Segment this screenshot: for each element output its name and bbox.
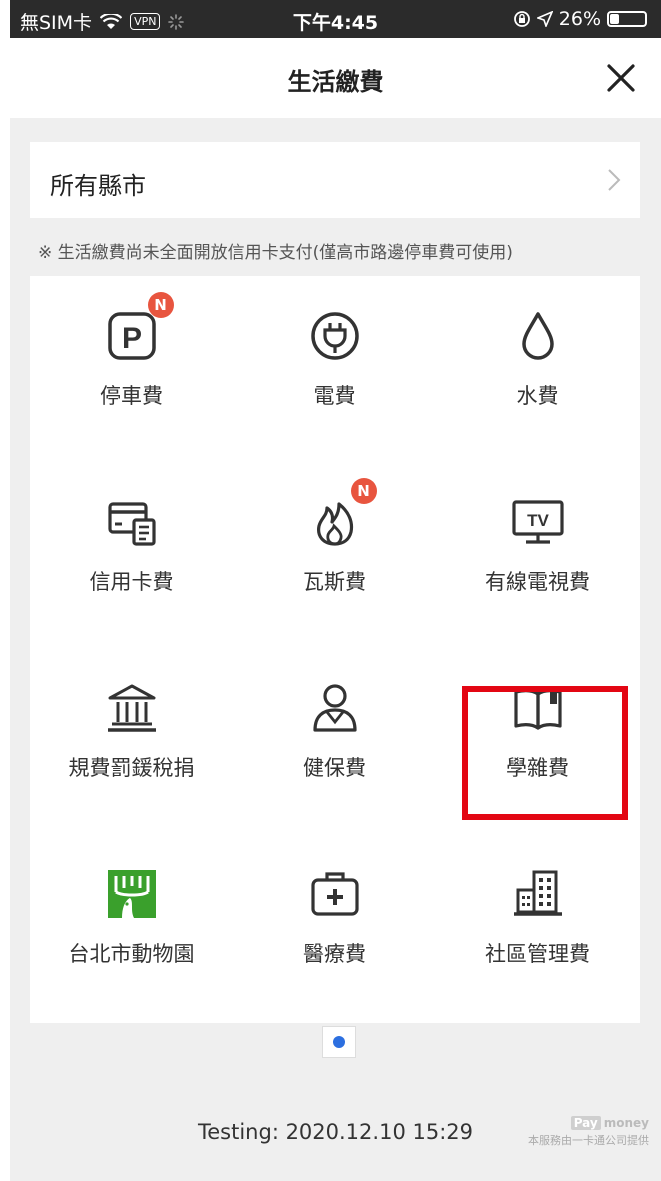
region-selector[interactable]: 所有縣市 bbox=[30, 142, 640, 218]
tile-label: 信用卡費 bbox=[89, 570, 174, 594]
person-icon bbox=[312, 684, 357, 732]
tile-label: 水費 bbox=[516, 384, 559, 408]
credit-card-notice: ※ 生活繳費尚未全面開放信用卡支付(僅高市路邊停車費可使用) bbox=[38, 243, 513, 263]
building-icon bbox=[513, 870, 562, 916]
modal-header: 生活繳費 bbox=[10, 38, 661, 118]
tile-label: 瓦斯費 bbox=[303, 570, 366, 594]
tile-label: 規費罰鍰稅捐 bbox=[68, 756, 195, 780]
brand-caption: 本服務由一卡通公司提供 bbox=[528, 1134, 649, 1147]
tile-label: 停車費 bbox=[100, 384, 163, 408]
medical-kit-icon bbox=[310, 872, 359, 916]
location-arrow-icon bbox=[536, 11, 553, 27]
tv-icon: TV bbox=[511, 500, 564, 544]
brand-footer: Pay money 本服務由一卡通公司提供 bbox=[528, 1116, 649, 1148]
battery-fill bbox=[610, 14, 620, 24]
tile-medical[interactable]: 醫療費 bbox=[233, 834, 436, 1020]
tile-parking[interactable]: P N 停車費 bbox=[30, 276, 233, 462]
battery-icon bbox=[607, 11, 647, 27]
status-bar: 無SIM卡 VPN 下午4:45 26% bbox=[10, 0, 661, 38]
tile-icon-wrap: P N bbox=[100, 292, 174, 368]
content-area: 所有縣市 ※ 生活繳費尚未全面開放信用卡支付(僅高市路邊停車費可使用) P N … bbox=[10, 118, 661, 1181]
tile-electricity[interactable]: 電費 bbox=[233, 276, 436, 462]
tile-label: 有線電視費 bbox=[485, 570, 590, 594]
tile-label: 健保費 bbox=[303, 756, 366, 780]
zoo-logo-icon bbox=[107, 870, 156, 918]
tile-icon-wrap: N bbox=[303, 478, 377, 554]
tile-icon-wrap bbox=[100, 862, 164, 926]
tile-icon-wrap bbox=[303, 304, 367, 368]
page-indicator bbox=[322, 1026, 356, 1058]
tile-icon-wrap bbox=[506, 862, 570, 926]
tile-health-insurance[interactable]: 健保費 bbox=[233, 648, 436, 834]
tile-government-fees[interactable]: 規費罰鍰稅捐 bbox=[30, 648, 233, 834]
page-dot-active bbox=[333, 1036, 345, 1048]
svg-text:TV: TV bbox=[527, 511, 549, 530]
tile-label: 台北市動物園 bbox=[68, 942, 195, 966]
plug-icon bbox=[310, 312, 359, 360]
credit-card-icon bbox=[107, 502, 156, 546]
new-badge: N bbox=[147, 292, 174, 318]
bill-category-grid: P N 停車費 電費 水費 信用卡費 N 瓦斯費 TV 有線電視費 規費罰鍰稅捐… bbox=[30, 276, 640, 1023]
tile-water[interactable]: 水費 bbox=[436, 276, 639, 462]
tile-icon-wrap bbox=[303, 862, 367, 926]
svg-text:P: P bbox=[121, 322, 141, 355]
tile-taipei-zoo[interactable]: 台北市動物園 bbox=[30, 834, 233, 1020]
tile-icon-wrap bbox=[506, 304, 570, 368]
tile-icon-wrap bbox=[100, 676, 164, 740]
ipass-money-logo: Pay money bbox=[528, 1116, 649, 1130]
tile-icon-wrap bbox=[100, 490, 164, 554]
status-right: 26% bbox=[513, 8, 647, 30]
tile-icon-wrap: TV bbox=[506, 490, 570, 554]
brand-pay: Pay bbox=[570, 1116, 601, 1130]
brand-money: money bbox=[603, 1116, 649, 1130]
battery-percent: 26% bbox=[558, 8, 601, 30]
tile-community-management[interactable]: 社區管理費 bbox=[436, 834, 639, 1020]
rotation-lock-icon bbox=[513, 11, 530, 27]
government-building-icon bbox=[107, 684, 156, 732]
tile-label: 電費 bbox=[313, 384, 356, 408]
chevron-right-icon bbox=[608, 169, 621, 191]
region-label: 所有縣市 bbox=[50, 172, 146, 200]
page-title: 生活繳費 bbox=[287, 68, 384, 96]
close-icon[interactable] bbox=[601, 58, 641, 98]
water-drop-icon bbox=[521, 312, 554, 360]
tile-icon-wrap bbox=[303, 676, 367, 740]
highlight-box bbox=[462, 686, 628, 820]
new-badge: N bbox=[350, 478, 377, 504]
tile-label: 社區管理費 bbox=[485, 942, 590, 966]
tile-credit-card[interactable]: 信用卡費 bbox=[30, 462, 233, 648]
tile-label: 醫療費 bbox=[303, 942, 366, 966]
tile-cable-tv[interactable]: TV 有線電視費 bbox=[436, 462, 639, 648]
tile-gas[interactable]: N 瓦斯費 bbox=[233, 462, 436, 648]
